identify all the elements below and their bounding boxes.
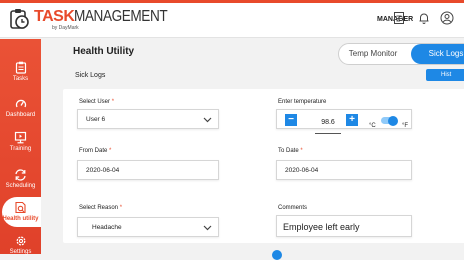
comments-label: Comments xyxy=(278,205,308,211)
to-date-label-text: To Date xyxy=(278,148,299,154)
required-mark: * xyxy=(111,99,115,105)
unit-celsius: °C xyxy=(369,123,376,129)
sidebar-item-tasks[interactable]: Tasks xyxy=(0,61,41,82)
unit-fahrenheit: °F xyxy=(402,123,409,129)
sidebar-item-label: Health utility xyxy=(2,216,39,222)
document-icon[interactable] xyxy=(392,11,406,25)
clock-clipboard-icon xyxy=(10,9,29,29)
scroll-indicator xyxy=(272,250,282,260)
chevron-down-icon xyxy=(203,117,212,123)
select-reason-value: Headache xyxy=(92,224,122,231)
to-date-input[interactable]: 2020-06-04 xyxy=(276,160,412,180)
logo-wordmark: TASKMANAGEMENT xyxy=(34,8,184,26)
comments-value: Employee left early xyxy=(283,222,360,232)
sidebar: Tasks Dashboard Training Scheduling Heal… xyxy=(0,39,41,255)
required-mark: * xyxy=(109,148,112,154)
from-date-input[interactable]: 2020-06-04 xyxy=(77,160,219,180)
history-button[interactable]: Hist xyxy=(426,69,464,81)
health-doc-icon xyxy=(15,201,26,214)
sidebar-item-label: Settings xyxy=(9,249,32,255)
sidebar-item-label: Dashboard xyxy=(5,112,36,118)
temperature-input-group: − 98.6 + °C °F xyxy=(276,109,412,134)
required-mark: * xyxy=(300,148,303,154)
sidebar-item-settings[interactable]: Settings xyxy=(0,235,41,255)
select-user-value: User 6 xyxy=(86,116,106,123)
sidebar-item-label: Training xyxy=(9,146,32,152)
sidebar-item-training[interactable]: Training xyxy=(0,131,41,152)
brand-strip xyxy=(0,0,464,3)
toggle-knob xyxy=(388,115,398,126)
comments-input[interactable]: Employee left early xyxy=(276,215,412,237)
temp-value-input[interactable]: 98.6 xyxy=(315,113,341,134)
required-mark: * xyxy=(119,205,123,211)
logo-management: MANAGEMENT xyxy=(74,8,168,25)
tab-sick-logs[interactable]: Sick Logs xyxy=(411,44,464,64)
select-user-label-text: Select User xyxy=(79,99,111,105)
section-title: Sick Logs xyxy=(75,72,106,79)
sync-icon xyxy=(15,169,26,181)
clipboard-icon xyxy=(15,61,26,74)
tab-group: Temp Monitor Sick Logs xyxy=(338,43,464,65)
temp-decrement-button[interactable]: − xyxy=(285,114,297,126)
temp-increment-button[interactable]: + xyxy=(346,114,358,126)
logo-task: TASK xyxy=(34,8,75,25)
training-icon xyxy=(14,131,27,144)
select-user-label: Select User * xyxy=(79,99,114,105)
sidebar-item-label: Tasks xyxy=(12,76,29,82)
gauge-icon xyxy=(15,99,26,108)
from-date-label-text: From Date xyxy=(79,148,108,154)
tab-temp-monitor[interactable]: Temp Monitor xyxy=(339,44,407,64)
top-bar: TASKMANAGEMENT by DayMark MANAGER xyxy=(0,0,464,38)
from-date-label: From Date * xyxy=(79,148,111,154)
user-avatar-icon[interactable] xyxy=(440,11,454,25)
reason-label: Select Reason * xyxy=(79,205,122,211)
bell-icon[interactable] xyxy=(417,11,431,25)
page-title: Health Utility xyxy=(73,46,135,57)
select-user-dropdown[interactable]: User 6 xyxy=(77,109,219,129)
sidebar-item-label: Scheduling xyxy=(5,183,36,189)
sidebar-item-dashboard[interactable]: Dashboard xyxy=(0,98,41,118)
chevron-down-icon xyxy=(203,225,212,231)
app-logo[interactable]: TASKMANAGEMENT xyxy=(8,8,184,30)
sidebar-item-scheduling[interactable]: Scheduling xyxy=(0,169,41,189)
sidebar-item-health-utility[interactable]: Health utility xyxy=(2,197,41,227)
temp-label: Enter temperature xyxy=(278,99,327,105)
sick-log-form: Select User * User 6 Enter temperature −… xyxy=(63,89,464,243)
select-reason-dropdown[interactable]: Headache xyxy=(77,217,219,237)
unit-toggle[interactable] xyxy=(381,115,398,126)
reason-label-text: Select Reason xyxy=(79,205,119,211)
gear-icon xyxy=(16,236,25,246)
logo-tagline: by DayMark xyxy=(52,25,79,31)
to-date-label: To Date * xyxy=(278,148,303,154)
